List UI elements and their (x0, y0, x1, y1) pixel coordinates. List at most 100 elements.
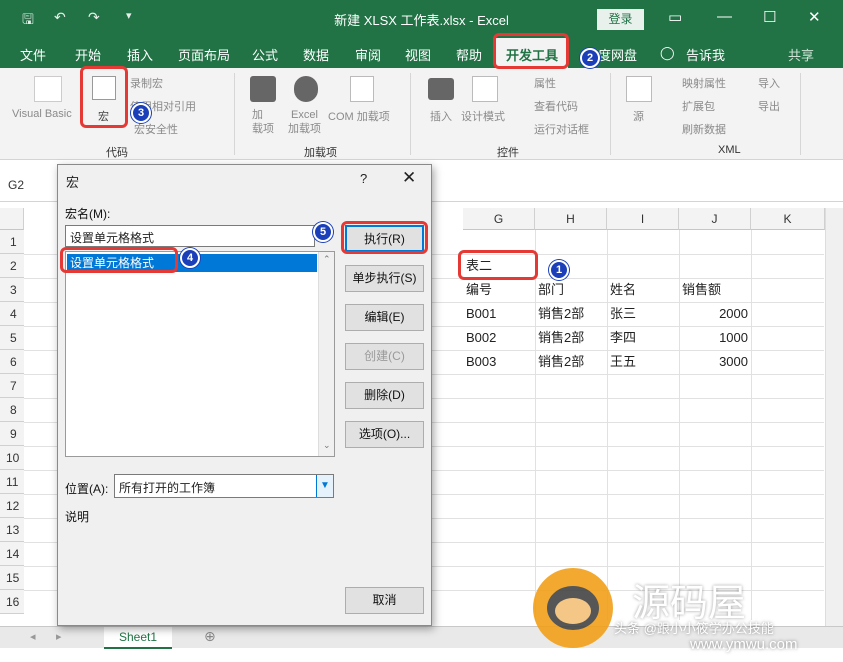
tab-home[interactable]: 开始 (75, 45, 101, 64)
table-cell[interactable]: 李四 (610, 327, 636, 349)
cell-header[interactable]: 编号 (466, 279, 492, 301)
row-header[interactable]: 7 (0, 374, 24, 398)
maximize-icon[interactable]: ☐ (763, 8, 776, 26)
sheet-tab[interactable]: Sheet1 (104, 627, 172, 649)
tab-review[interactable]: 审阅 (355, 45, 381, 64)
cancel-button[interactable]: 取消 (345, 587, 424, 614)
row-header[interactable]: 5 (0, 326, 24, 350)
list-scrollbar[interactable]: ⌃ ⌄ (318, 252, 334, 456)
table-cell[interactable]: 张三 (610, 303, 636, 325)
table-cell[interactable]: 销售2部 (538, 327, 584, 349)
table-cell[interactable]: B002 (466, 327, 496, 349)
record-macro-button[interactable]: 录制宏 (130, 75, 163, 91)
row-header[interactable]: 6 (0, 350, 24, 374)
gridline (751, 230, 752, 620)
row-header[interactable]: 4 (0, 302, 24, 326)
column-header[interactable]: H (535, 208, 607, 230)
tab-page-layout[interactable]: 页面布局 (178, 45, 230, 64)
delete-button[interactable]: 删除(D) (345, 382, 424, 409)
row-header[interactable]: 12 (0, 494, 24, 518)
cell-header[interactable]: 部门 (538, 279, 564, 301)
tab-view[interactable]: 视图 (405, 45, 431, 64)
cell-header[interactable]: 姓名 (610, 279, 636, 301)
dialog-close-icon[interactable]: ✕ (402, 168, 416, 188)
addins-icon (250, 76, 276, 102)
column-header[interactable]: J (679, 208, 751, 230)
row-header[interactable]: 14 (0, 542, 24, 566)
row-header[interactable]: 13 (0, 518, 24, 542)
column-header[interactable]: I (607, 208, 679, 230)
scroll-left-icon[interactable]: ◂ (30, 630, 36, 643)
row-header[interactable]: 2 (0, 254, 24, 278)
com-addins-button[interactable]: COM 加载项 (328, 108, 390, 124)
create-button[interactable]: 创建(C) (345, 343, 424, 370)
close-icon[interactable]: ✕ (808, 8, 821, 26)
table-cell[interactable]: 王五 (610, 351, 636, 373)
row-header[interactable]: 1 (0, 230, 24, 254)
ribbon-separator (800, 73, 801, 155)
macro-list[interactable]: 设置单元格格式 ⌃ ⌄ (65, 251, 335, 457)
row-header[interactable]: 9 (0, 422, 24, 446)
xml-source-button[interactable]: 源 (633, 108, 644, 124)
tab-formulas[interactable]: 公式 (252, 45, 278, 64)
row-header[interactable]: 16 (0, 590, 24, 614)
scroll-up-icon[interactable]: ⌃ (323, 254, 331, 265)
vertical-scrollbar[interactable] (825, 208, 843, 626)
table-cell[interactable]: 2000 (680, 303, 748, 325)
map-properties-button[interactable]: 映射属性 (682, 75, 726, 91)
scroll-right-icon[interactable]: ▸ (56, 630, 62, 643)
properties-button[interactable]: 属性 (534, 75, 556, 91)
table-cell[interactable]: 1000 (680, 327, 748, 349)
tab-data[interactable]: 数据 (303, 45, 329, 64)
share-button[interactable]: 共享 (788, 45, 814, 64)
ribbon-display-icon[interactable]: ▭ (668, 8, 682, 26)
tab-help[interactable]: 帮助 (456, 45, 482, 64)
macro-name-label: 宏名(M): (65, 207, 111, 221)
row-header[interactable]: 11 (0, 470, 24, 494)
watermark-url: www.ymwu.com (690, 636, 798, 653)
tell-me-icon[interactable]: ◯ (660, 45, 675, 61)
row-header[interactable]: 3 (0, 278, 24, 302)
column-header[interactable]: G (463, 208, 535, 230)
select-all-corner[interactable] (0, 208, 24, 230)
import-button[interactable]: 导入 (758, 75, 780, 91)
highlight-box (341, 221, 428, 254)
scroll-down-icon[interactable]: ⌄ (323, 440, 331, 451)
add-sheet-icon[interactable]: ⊕ (204, 628, 216, 645)
insert-control-button[interactable]: 插入 (430, 108, 452, 124)
macro-security-button[interactable]: 宏安全性 (134, 121, 178, 137)
macro-name-input[interactable]: 设置单元格格式 (65, 225, 315, 247)
visual-basic-button[interactable]: Visual Basic (12, 108, 72, 120)
addins-button[interactable]: 加 载项 (252, 108, 274, 136)
row-header[interactable]: 8 (0, 398, 24, 422)
chevron-down-icon[interactable]: ▼ (316, 475, 333, 497)
refresh-data-button[interactable]: 刷新数据 (682, 121, 726, 137)
tab-insert[interactable]: 插入 (127, 45, 153, 64)
tab-file[interactable]: 文件 (20, 45, 46, 64)
table-cell[interactable]: 销售2部 (538, 351, 584, 373)
table-cell[interactable]: B003 (466, 351, 496, 373)
row-header[interactable]: 15 (0, 566, 24, 590)
options-button[interactable]: 选项(O)... (345, 421, 424, 448)
export-button[interactable]: 导出 (758, 98, 780, 114)
tab-tell-me[interactable]: 告诉我 (686, 45, 725, 64)
expansion-pack-button[interactable]: 扩展包 (682, 98, 715, 114)
excel-addins-button[interactable]: Excel 加载项 (288, 108, 321, 136)
step-into-button[interactable]: 单步执行(S) (345, 265, 424, 292)
minimize-icon[interactable]: — (717, 8, 732, 25)
edit-button[interactable]: 编辑(E) (345, 304, 424, 331)
step-badge: 1 (549, 260, 569, 280)
table-cell[interactable]: 3000 (680, 351, 748, 373)
highlight-box (60, 247, 178, 273)
row-header[interactable]: 10 (0, 446, 24, 470)
location-select[interactable]: 所有打开的工作簿 ▼ (114, 474, 334, 498)
table-cell[interactable]: 销售2部 (538, 303, 584, 325)
login-button[interactable]: 登录 (597, 9, 644, 30)
help-icon[interactable]: ? (360, 171, 367, 186)
design-mode-button[interactable]: 设计模式 (461, 108, 505, 124)
view-code-button[interactable]: 查看代码 (534, 98, 578, 114)
table-cell[interactable]: B001 (466, 303, 496, 325)
cell-header[interactable]: 销售额 (682, 279, 721, 301)
column-header[interactable]: K (751, 208, 825, 230)
run-dialog-button[interactable]: 运行对话框 (534, 121, 589, 137)
